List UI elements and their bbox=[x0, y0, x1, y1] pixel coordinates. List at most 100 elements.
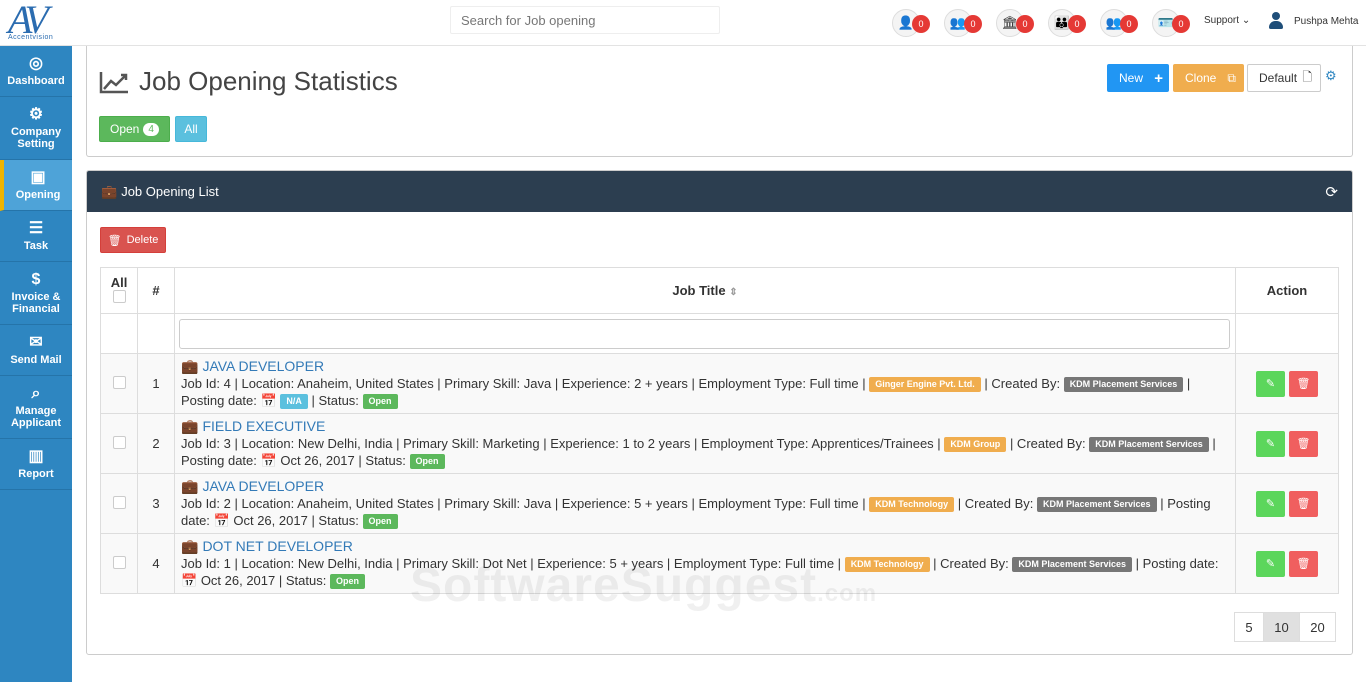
status-badge: Open bbox=[329, 574, 365, 590]
job-details: Job Id: 4 | Location: Anaheim, United St… bbox=[181, 375, 1191, 410]
row-delete-button[interactable]: 🗑 bbox=[1289, 550, 1318, 577]
report-icon: ▥ bbox=[28, 448, 44, 465]
briefcase-icon: 💼 bbox=[181, 357, 199, 374]
list-header: 💼 Job Opening List ⟳ bbox=[87, 171, 1352, 212]
trash-icon: 🗑 bbox=[1296, 558, 1311, 570]
new-button[interactable]: New + bbox=[1107, 64, 1169, 92]
job-title-link[interactable]: 💼 JAVA DEVELOPER bbox=[181, 478, 1229, 495]
row-delete-button[interactable]: 🗑 bbox=[1289, 490, 1318, 517]
notification-badge: 0 bbox=[912, 15, 930, 33]
created-by-label: KDM Placement Services bbox=[1037, 497, 1157, 512]
group-icon[interactable]: 👥 0 bbox=[944, 9, 982, 37]
notification-badge: 0 bbox=[1172, 15, 1190, 33]
job-title-link[interactable]: 💼 JAVA DEVELOPER bbox=[181, 358, 1229, 375]
row-delete-button[interactable]: 🗑 bbox=[1289, 370, 1318, 397]
status-badge: Open bbox=[409, 454, 445, 470]
row-number: 3 bbox=[137, 473, 175, 534]
chevron-down-icon: ⌄ bbox=[1241, 15, 1251, 26]
user-menu[interactable]: Pushpa Mehta bbox=[1268, 12, 1359, 30]
sidebar-item-task[interactable]: ☰ Task bbox=[0, 211, 72, 262]
briefcase-icon: 💼 bbox=[181, 537, 199, 554]
row-checkbox[interactable] bbox=[112, 555, 126, 569]
created-by-label: KDM Placement Services bbox=[1012, 557, 1132, 572]
calendar-icon: 📅 bbox=[260, 453, 277, 468]
row-checkbox[interactable] bbox=[112, 375, 126, 389]
list-title: Job Opening List bbox=[121, 184, 219, 199]
job-details: Job Id: 2 | Location: Anaheim, United St… bbox=[181, 495, 1211, 530]
users-icon[interactable]: 👥 0 bbox=[1100, 9, 1138, 37]
pencil-icon: ✎ bbox=[1265, 378, 1276, 390]
sidebar-item-dashboard[interactable]: ◎ Dashboard bbox=[0, 46, 72, 97]
pencil-icon: ✎ bbox=[1265, 438, 1276, 450]
sidebar-item-send-mail[interactable]: ✉ Send Mail bbox=[0, 325, 72, 376]
company-label: KDM Technology bbox=[869, 497, 955, 512]
trash-icon: 🗑 bbox=[1296, 438, 1311, 450]
sidebar-item-company-setting[interactable]: ⚙ Company Setting bbox=[0, 97, 72, 160]
column-header-job-title[interactable]: Job Title ⇕ bbox=[174, 267, 1236, 314]
refresh-icon[interactable]: ⟳ bbox=[1325, 183, 1338, 201]
support-menu[interactable]: Support ⌄ bbox=[1204, 15, 1250, 26]
open-filter-button[interactable]: Open 4 bbox=[99, 116, 170, 142]
file-icon: 🗋 bbox=[1302, 69, 1312, 84]
watermark: SoftwareSuggest.com bbox=[410, 559, 878, 612]
row-checkbox[interactable] bbox=[112, 495, 126, 509]
edit-button[interactable]: ✎ bbox=[1256, 550, 1285, 577]
default-button[interactable]: Default 🗋 bbox=[1247, 64, 1321, 92]
clone-button[interactable]: Clone ⧉ bbox=[1173, 64, 1244, 92]
trash-icon: 🗑 bbox=[1296, 498, 1311, 510]
meeting-icon[interactable]: 👪 0 bbox=[1048, 9, 1086, 37]
sidebar-item-invoice[interactable]: $ Invoice & Financial bbox=[0, 262, 72, 325]
search-input[interactable] bbox=[450, 6, 720, 34]
all-filter-button[interactable]: All bbox=[175, 116, 207, 142]
pencil-icon: ✎ bbox=[1265, 498, 1276, 510]
job-title-filter-input[interactable] bbox=[179, 318, 1230, 349]
table-row: 1 💼 JAVA DEVELOPER Job Id: 4 | Location: … bbox=[100, 353, 1339, 414]
page-size-5[interactable]: 5 bbox=[1234, 612, 1264, 642]
id-card-icon[interactable]: 🪪 0 bbox=[1152, 9, 1190, 37]
posting-date: Oct 26, 2017 bbox=[280, 453, 355, 468]
task-icon: ☰ bbox=[28, 220, 44, 237]
edit-button[interactable]: ✎ bbox=[1256, 490, 1285, 517]
job-title-link[interactable]: 💼 DOT NET DEVELOPER bbox=[181, 538, 1229, 555]
person-icon[interactable]: 👤 0 bbox=[892, 9, 930, 37]
pencil-icon: ✎ bbox=[1265, 558, 1276, 570]
row-checkbox[interactable] bbox=[112, 435, 126, 449]
logo[interactable]: AV Accentvision bbox=[2, 0, 72, 44]
sidebar: ◎ Dashboard ⚙ Company Setting ▣ Opening ☰ Ta… bbox=[0, 46, 72, 682]
edit-button[interactable]: ✎ bbox=[1256, 370, 1285, 397]
sort-icon: ⇕ bbox=[729, 287, 738, 298]
delete-button[interactable]: 🗑 Delete bbox=[100, 227, 166, 253]
row-number: 4 bbox=[137, 533, 175, 594]
invoice-icon: $ bbox=[31, 271, 41, 288]
bank-icon[interactable]: 🏛 0 bbox=[996, 9, 1034, 37]
count-badge: 4 bbox=[143, 122, 159, 136]
sidebar-item-opening[interactable]: ▣ Opening bbox=[0, 160, 72, 211]
notification-badge: 0 bbox=[1016, 15, 1034, 33]
edit-button[interactable]: ✎ bbox=[1256, 430, 1285, 457]
gear-icon: ⚙ bbox=[28, 106, 44, 123]
calendar-icon: 📅 bbox=[213, 513, 230, 528]
select-all-checkbox[interactable] bbox=[112, 290, 126, 303]
company-label: KDM Group bbox=[944, 437, 1007, 452]
page-size-20[interactable]: 20 bbox=[1299, 612, 1336, 642]
trash-icon: 🗑 bbox=[107, 234, 122, 247]
notification-badge: 0 bbox=[1120, 15, 1138, 33]
notification-badge: 0 bbox=[1068, 15, 1086, 33]
page-size-10[interactable]: 10 bbox=[1263, 612, 1300, 642]
user-name: Pushpa Mehta bbox=[1294, 15, 1359, 27]
opening-icon: ▣ bbox=[30, 169, 46, 186]
row-number: 1 bbox=[137, 353, 175, 414]
trash-icon: 🗑 bbox=[1296, 378, 1311, 390]
settings-icon[interactable]: ⚙ bbox=[1325, 68, 1337, 84]
row-delete-button[interactable]: 🗑 bbox=[1289, 430, 1318, 457]
job-title-link[interactable]: 💼 FIELD EXECUTIVE bbox=[181, 418, 1229, 435]
avatar bbox=[1268, 12, 1284, 30]
briefcase-icon: 💼 bbox=[101, 183, 118, 199]
sidebar-item-report[interactable]: ▥ Report bbox=[0, 439, 72, 490]
page-header: Job Opening Statistics Open 4 All New + C… bbox=[86, 46, 1353, 157]
plus-icon: + bbox=[1154, 69, 1163, 87]
job-table: All # Job Title ⇕ Action 1 💼 JAVA DEVELOP… bbox=[100, 267, 1339, 594]
calendar-icon: 📅 bbox=[181, 573, 198, 588]
sidebar-item-manage-applicant[interactable]: ⌕ Manage Applicant bbox=[0, 376, 72, 439]
column-header-action: Action bbox=[1235, 267, 1339, 314]
